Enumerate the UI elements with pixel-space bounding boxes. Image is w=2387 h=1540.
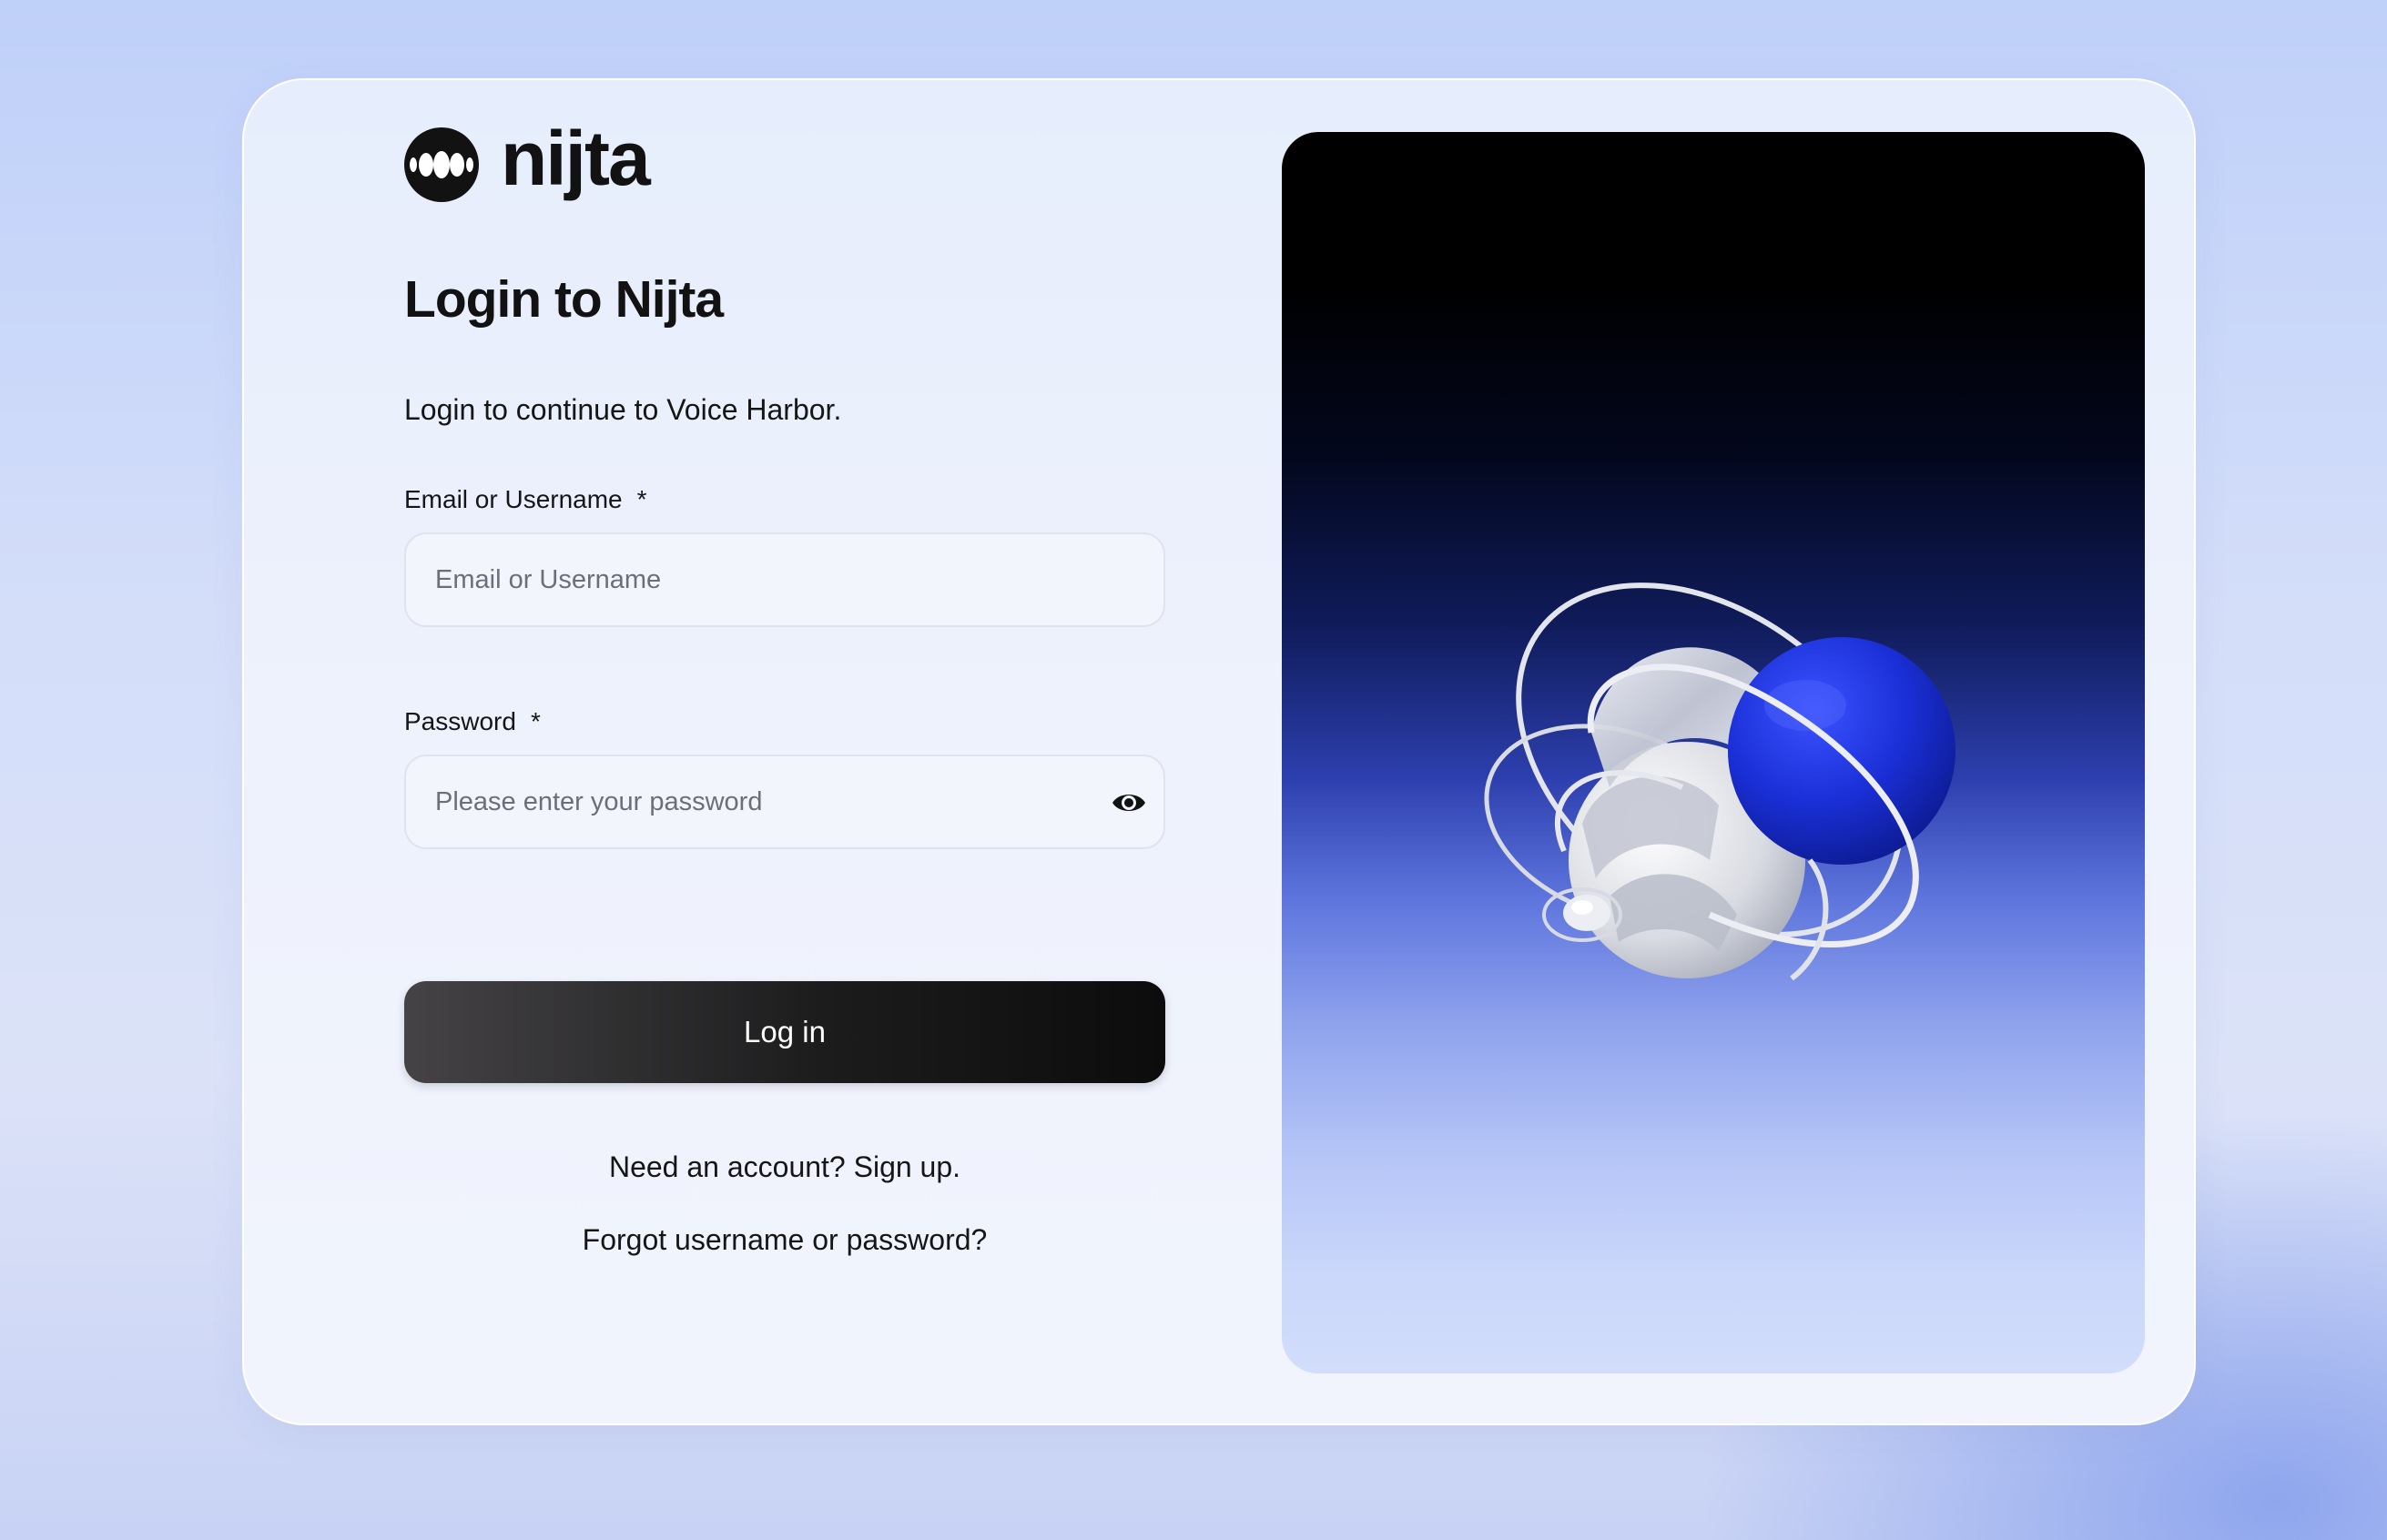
brand-logo[interactable]: nijta bbox=[404, 120, 651, 202]
email-label: Email or Username * bbox=[404, 485, 647, 514]
password-label: Password * bbox=[404, 707, 541, 736]
3d-orbiting-sphere-illustration bbox=[1484, 583, 1955, 981]
email-label-text: Email or Username bbox=[404, 485, 623, 513]
eye-icon[interactable] bbox=[1111, 786, 1147, 819]
forgot-password-link[interactable]: Forgot username or password? bbox=[404, 1223, 1165, 1257]
required-marker: * bbox=[636, 485, 647, 513]
hero-panel bbox=[1282, 132, 2145, 1373]
brand-name: nijta bbox=[501, 116, 651, 201]
password-label-text: Password bbox=[404, 707, 516, 735]
password-input[interactable] bbox=[404, 755, 1165, 849]
email-input[interactable] bbox=[404, 532, 1165, 627]
page-title: Login to Nijta bbox=[404, 270, 724, 329]
required-marker: * bbox=[530, 707, 541, 735]
nijta-logo-icon bbox=[404, 127, 479, 202]
login-button[interactable]: Log in bbox=[404, 981, 1165, 1083]
page-subtitle: Login to continue to Voice Harbor. bbox=[404, 393, 842, 426]
signup-link[interactable]: Need an account? Sign up. bbox=[404, 1150, 1165, 1184]
